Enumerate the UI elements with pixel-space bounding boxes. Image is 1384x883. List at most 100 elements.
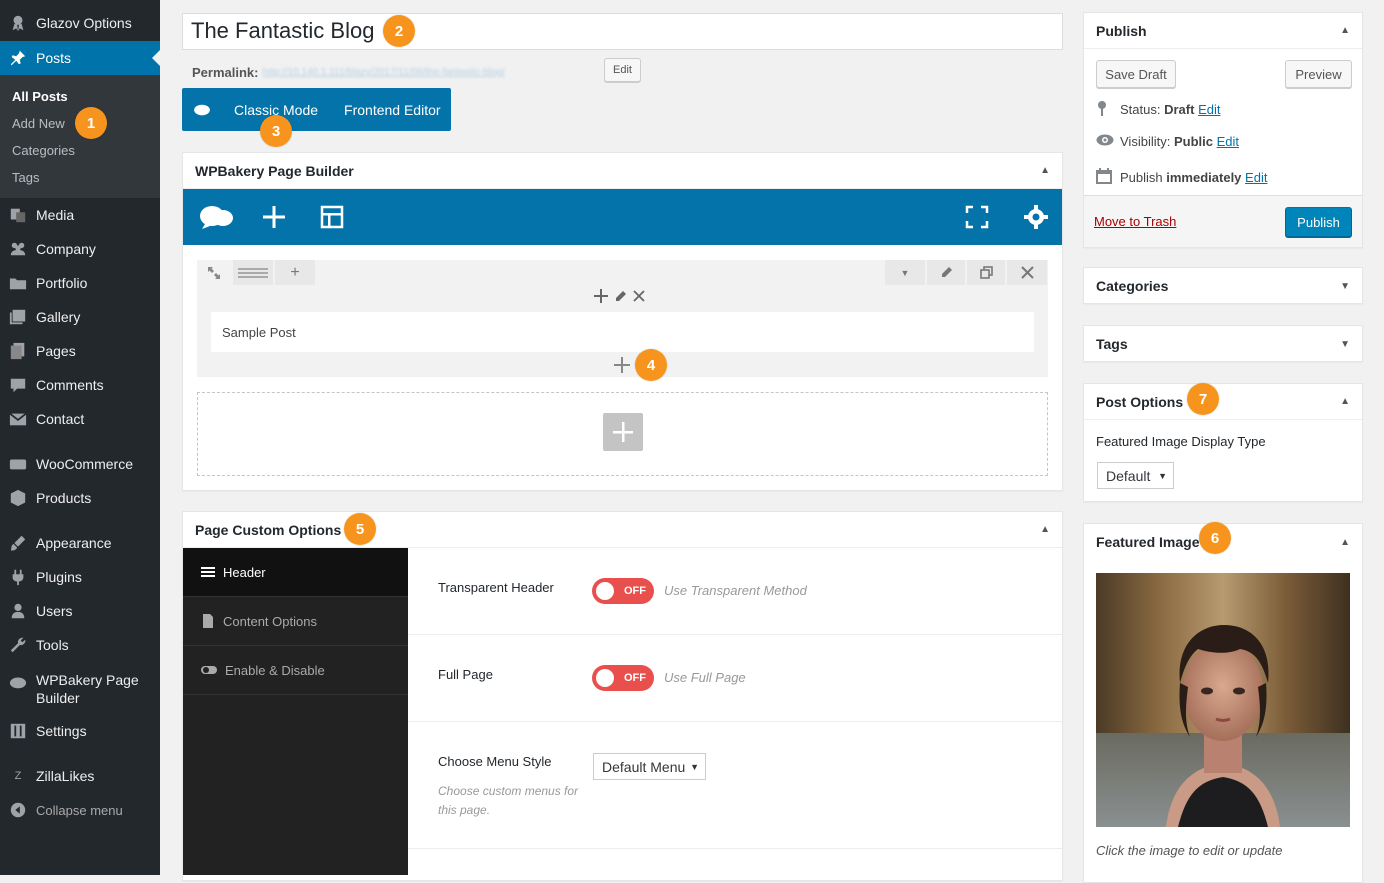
tab-content-options[interactable]: Content Options — [183, 597, 408, 646]
transparent-header-switch[interactable]: OFF — [592, 578, 654, 604]
tags-header[interactable]: Tags ▼ — [1084, 326, 1362, 362]
row-edit-pencil-icon[interactable] — [927, 260, 965, 285]
menu-label: Media — [36, 207, 75, 223]
custom-options-header[interactable]: Page Custom Options ▲ — [183, 512, 1062, 548]
publish-button[interactable]: Publish — [1285, 207, 1352, 237]
submenu-tags[interactable]: Tags — [0, 164, 160, 191]
visibility-value: Public — [1173, 134, 1213, 149]
menu-label: Comments — [36, 377, 104, 393]
menu-pages[interactable]: Pages — [0, 334, 160, 368]
menu-label: Collapse menu — [36, 802, 123, 818]
gallery-icon — [0, 308, 36, 326]
menu-products[interactable]: Products — [0, 481, 160, 515]
option-description: Use Transparent Method — [664, 583, 807, 598]
menu-style-select[interactable]: Default Menu ▼ — [593, 753, 706, 780]
visibility-edit-link[interactable]: Edit — [1217, 134, 1239, 149]
row-move-icon[interactable] — [197, 260, 231, 285]
sample-text: Sample Post — [222, 324, 296, 340]
add-row-dropzone[interactable] — [197, 392, 1048, 476]
menu-label: Gallery — [36, 309, 81, 325]
select-arrow-icon: ▼ — [690, 761, 699, 772]
publish-edit-link[interactable]: Edit — [1245, 170, 1267, 185]
menu-plugins[interactable]: Plugins — [0, 560, 160, 594]
expand-arrow-icon[interactable]: ▼ — [1340, 281, 1350, 292]
row-layout-icon[interactable] — [233, 260, 273, 285]
menu-company[interactable]: Company — [0, 232, 160, 266]
collapse-arrow-icon[interactable]: ▲ — [1340, 25, 1350, 36]
menu-label: WPBakery Page Builder — [36, 671, 139, 707]
menu-contact[interactable]: Contact — [0, 402, 160, 436]
collapse-arrow-icon[interactable]: ▲ — [1340, 396, 1350, 407]
menu-media[interactable]: Media — [0, 198, 160, 232]
post-options-postbox: Post Options ▲ Featured Image Display Ty… — [1083, 383, 1363, 502]
folder-icon — [0, 274, 36, 292]
full-page-switch[interactable]: OFF — [592, 665, 654, 691]
column-controls — [594, 289, 645, 306]
permalink-url[interactable]: http://10.140.1.111/blazy/2017/11/06/the… — [262, 67, 504, 78]
switch-knob — [596, 669, 614, 687]
move-to-trash-link[interactable]: Move to Trash — [1094, 214, 1176, 229]
status-edit-link[interactable]: Edit — [1198, 102, 1220, 117]
featured-display-select[interactable]: Default ▼ — [1097, 462, 1174, 489]
frontend-editor-button[interactable]: Frontend Editor — [344, 102, 441, 118]
row-toggle-icon[interactable]: ▼ — [885, 260, 925, 285]
menu-collapse[interactable]: Collapse menu — [0, 793, 160, 827]
custom-options-tabs: Header Content Options Enable & Disable — [183, 548, 408, 875]
post-title-input[interactable]: The Fantastic Blog — [182, 13, 1063, 50]
menu-portfolio[interactable]: Portfolio — [0, 266, 160, 300]
menu-tools[interactable]: Tools — [0, 628, 160, 662]
tags-title: Tags — [1096, 336, 1128, 352]
row-add-column-icon[interactable]: + — [275, 260, 315, 285]
permalink-edit-button[interactable]: Edit — [604, 58, 641, 82]
add-element-plus-icon[interactable] — [614, 357, 630, 376]
submenu-all-posts[interactable]: All Posts — [0, 83, 160, 110]
collapse-arrow-icon[interactable]: ▲ — [1340, 537, 1350, 548]
wpbakery-header[interactable]: WPBakery Page Builder ▲ — [183, 153, 1062, 189]
switch-state: OFF — [624, 585, 646, 597]
row-delete-icon[interactable] — [1007, 260, 1047, 285]
menu-label: Glazov Options — [36, 15, 132, 31]
menu-users[interactable]: Users — [0, 594, 160, 628]
text-block-element[interactable]: Sample Post — [211, 312, 1034, 352]
menu-appearance[interactable]: Appearance — [0, 526, 160, 560]
menu-settings[interactable]: Settings — [0, 714, 160, 748]
menu-woocommerce[interactable]: WooCommerce — [0, 447, 160, 481]
toggle-icon — [201, 666, 217, 674]
settings-gear-icon[interactable] — [1021, 205, 1051, 229]
save-draft-button[interactable]: Save Draft — [1096, 60, 1176, 88]
menu-comments[interactable]: Comments — [0, 368, 160, 402]
award-icon — [0, 14, 36, 32]
templates-icon[interactable] — [317, 205, 347, 229]
expand-arrow-icon[interactable]: ▼ — [1340, 339, 1350, 350]
categories-header[interactable]: Categories ▼ — [1084, 268, 1362, 304]
callout-badge-6: 6 — [1199, 522, 1231, 554]
menu-label: Users — [36, 603, 73, 619]
column-add-icon[interactable] — [594, 289, 608, 306]
menu-posts[interactable]: Posts — [0, 41, 160, 75]
menu-label: Company — [36, 241, 96, 257]
column-edit-pencil-icon[interactable] — [614, 290, 627, 306]
submenu-categories[interactable]: Categories — [0, 137, 160, 164]
fullscreen-icon[interactable] — [962, 205, 992, 229]
permalink-label: Permalink: — [192, 64, 259, 80]
preview-button[interactable]: Preview — [1285, 60, 1352, 88]
add-row-plus-icon[interactable] — [603, 413, 643, 451]
wpbakery-cloud-icon[interactable] — [197, 204, 237, 230]
menu-glazov-options[interactable]: Glazov Options — [0, 6, 160, 40]
add-element-icon[interactable] — [259, 205, 289, 229]
collapse-arrow-icon[interactable]: ▲ — [1040, 524, 1050, 535]
tab-enable-disable[interactable]: Enable & Disable — [183, 646, 408, 695]
tab-header[interactable]: Header — [183, 548, 408, 597]
collapse-arrow-icon[interactable]: ▲ — [1040, 165, 1050, 176]
menu-label: Products — [36, 490, 92, 506]
post-options-header[interactable]: Post Options ▲ — [1084, 384, 1362, 420]
switch-knob — [596, 582, 614, 600]
row-clone-icon[interactable] — [967, 260, 1005, 285]
featured-image-thumbnail[interactable] — [1096, 573, 1350, 827]
menu-lines-icon — [201, 567, 215, 577]
menu-zillalikes[interactable]: Z ZillaLikes — [0, 759, 160, 793]
menu-wpbakery[interactable]: WPBakery Page Builder — [0, 671, 160, 711]
column-delete-icon[interactable] — [633, 290, 645, 305]
publish-header[interactable]: Publish ▲ — [1084, 13, 1362, 49]
menu-gallery[interactable]: Gallery — [0, 300, 160, 334]
